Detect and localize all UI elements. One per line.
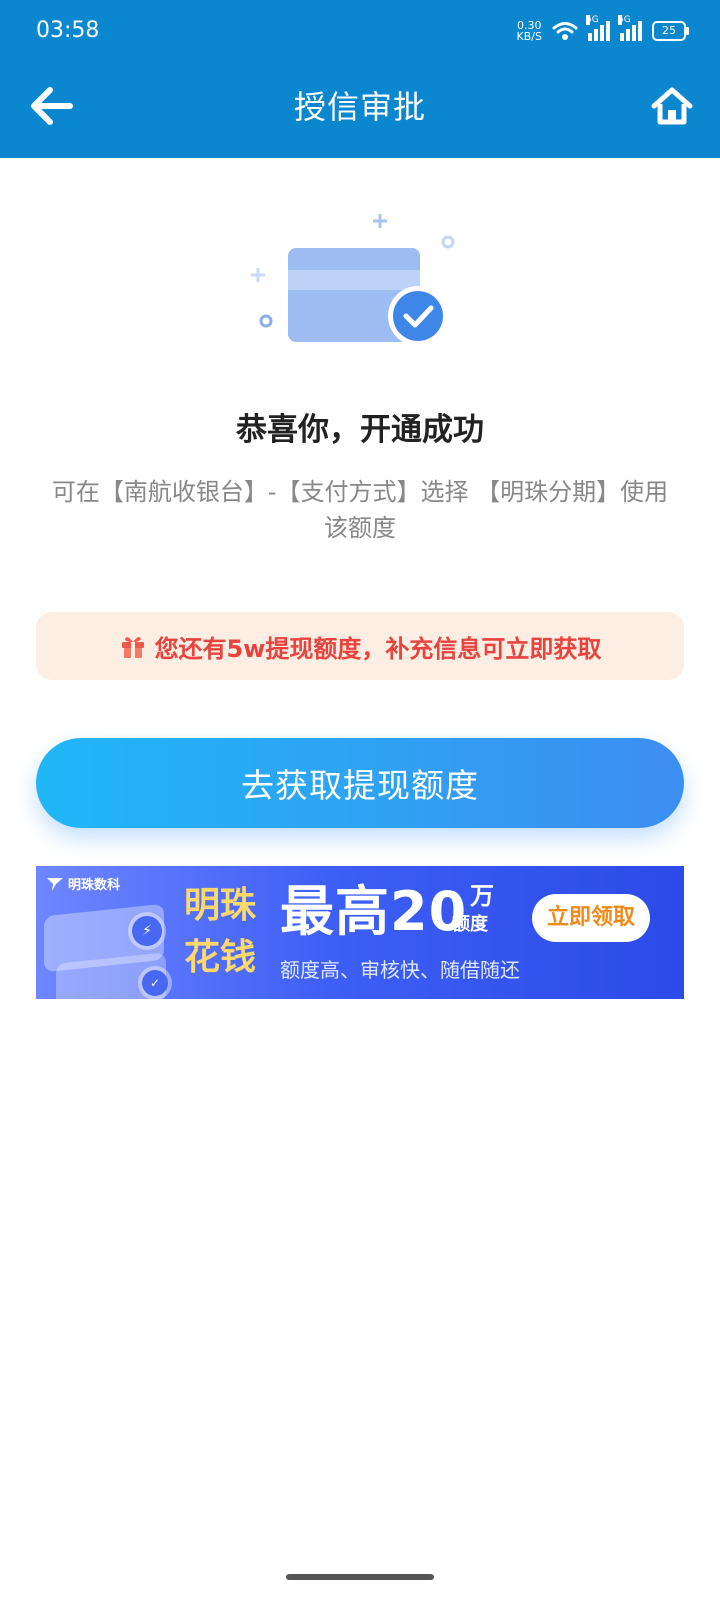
navigation-header: 授信审批 bbox=[0, 62, 720, 158]
withdraw-quota-tip[interactable]: 您还有5w提现额度，补充信息可立即获取 bbox=[36, 612, 684, 680]
network-speed: 0.30 KB/S bbox=[517, 20, 542, 42]
status-icons: 0.30 KB/S 5G 5G 25 bbox=[517, 15, 689, 46]
banner-claim-button[interactable]: 立即领取 bbox=[532, 894, 650, 942]
banner-brand-line1: 明珠 bbox=[184, 885, 257, 926]
gesture-home-bar[interactable] bbox=[286, 1574, 434, 1580]
gift-icon bbox=[121, 637, 144, 658]
wifi-icon bbox=[552, 22, 578, 40]
banner-unit-top: 万 bbox=[470, 882, 494, 910]
banner-brand: 明珠 花钱 bbox=[184, 880, 256, 984]
banner-brand-line2: 花钱 bbox=[184, 937, 257, 978]
banner-unit-bottom: 额度 bbox=[452, 914, 488, 935]
promo-banner[interactable]: 明珠数科 ⚡ ✓ 明珠 花钱 最高20 万 额度 额度高、审核快、随借随还 立即… bbox=[36, 866, 684, 999]
battery-icon: 25 bbox=[652, 21, 689, 41]
status-time: 03:58 bbox=[36, 18, 100, 43]
app-header-bar: 03:58 0.30 KB/S 5G 5G 25 授信审批 bbox=[0, 0, 720, 158]
banner-headline: 最高20 bbox=[280, 880, 468, 943]
cellular-signal-icon: 5G bbox=[586, 15, 610, 41]
check-icon: ✓ bbox=[142, 970, 168, 996]
signal-label: 5G bbox=[586, 15, 599, 25]
credit-card-success-illustration bbox=[251, 214, 455, 346]
status-bar: 03:58 0.30 KB/S 5G 5G 25 bbox=[0, 0, 720, 62]
success-description: 可在【南航收银台】-【支付方式】选择 【明珠分期】使用该额度 bbox=[51, 478, 669, 542]
get-withdraw-quota-button[interactable]: 去获取提现额度 bbox=[36, 738, 684, 828]
battery-level: 25 bbox=[662, 24, 676, 37]
banner-logo-text: 明珠数科 bbox=[68, 878, 121, 893]
signal-label-2: 5G bbox=[618, 15, 631, 25]
success-title: 恭喜你，开通成功 bbox=[236, 412, 484, 448]
logo-mark-icon bbox=[47, 877, 63, 891]
network-speed-unit: KB/S bbox=[516, 30, 542, 43]
banner-logo: 明珠数科 bbox=[46, 874, 120, 893]
lightning-icon: ⚡ bbox=[132, 916, 162, 946]
tip-text: 您还有5w提现额度，补充信息可立即获取 bbox=[154, 634, 602, 663]
banner-subtitle: 额度高、审核快、随借随还 bbox=[280, 958, 520, 982]
home-icon[interactable] bbox=[650, 84, 694, 128]
page-title: 授信审批 bbox=[293, 88, 426, 126]
cellular-signal-icon-2: 5G bbox=[618, 15, 642, 41]
